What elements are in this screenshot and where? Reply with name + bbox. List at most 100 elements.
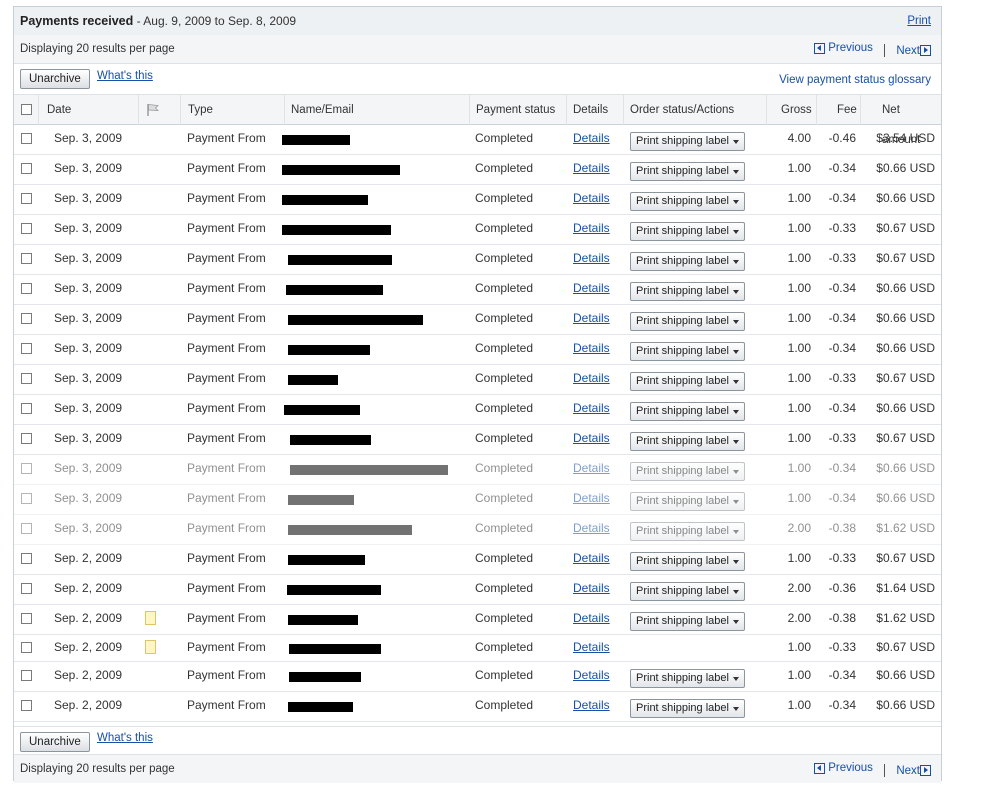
row-details-link[interactable]: Details	[573, 401, 610, 415]
top-action-bar: Unarchive What's this View payment statu…	[14, 64, 941, 92]
order-action-select[interactable]: Print shipping label	[630, 669, 745, 688]
row-gross: 1.00	[787, 401, 811, 415]
order-action-select[interactable]: Print shipping label	[630, 252, 745, 271]
row-checkbox[interactable]	[21, 163, 32, 174]
row-details-link[interactable]: Details	[573, 551, 610, 565]
note-icon[interactable]	[145, 611, 156, 625]
previous-link-bottom[interactable]: Previous	[813, 762, 873, 774]
row-date: Sep. 3, 2009	[54, 161, 123, 175]
row-checkbox[interactable]	[21, 553, 32, 564]
row-checkbox[interactable]	[21, 670, 32, 681]
next-link-bottom[interactable]: Next	[896, 765, 931, 777]
column-net-amount[interactable]: Net amount	[860, 95, 941, 146]
whats-this-link[interactable]: What's this	[97, 70, 153, 82]
row-details-link[interactable]: Details	[573, 161, 610, 175]
row-checkbox[interactable]	[21, 463, 32, 474]
select-all-checkbox[interactable]	[21, 104, 32, 115]
column-gross[interactable]: Gross	[766, 95, 812, 125]
row-details-link[interactable]: Details	[573, 131, 610, 145]
order-action-select[interactable]: Print shipping label	[630, 132, 745, 151]
column-payment-status[interactable]: Payment status	[469, 95, 555, 125]
row-details-link[interactable]: Details	[573, 668, 610, 682]
unarchive-button[interactable]: Unarchive	[20, 69, 90, 89]
row-details-link[interactable]: Details	[573, 221, 610, 235]
flag-icon[interactable]	[146, 103, 160, 117]
order-action-select[interactable]: Print shipping label	[630, 372, 745, 391]
chevron-down-icon	[733, 677, 739, 681]
row-checkbox[interactable]	[21, 700, 32, 711]
column-date[interactable]: Date	[38, 95, 71, 125]
order-action-select[interactable]: Print shipping label	[630, 582, 745, 601]
row-details-link[interactable]: Details	[573, 191, 610, 205]
row-details-link[interactable]: Details	[573, 251, 610, 265]
row-details-link[interactable]: Details	[573, 640, 610, 654]
row-fee: -0.34	[828, 461, 856, 475]
payment-status-glossary-link[interactable]: View payment status glossary	[779, 74, 931, 86]
order-action-value: Print shipping label	[636, 615, 729, 627]
whats-this-link-bottom[interactable]: What's this	[97, 732, 153, 744]
row-details-link[interactable]: Details	[573, 371, 610, 385]
order-action-select[interactable]: Print shipping label	[630, 612, 745, 631]
row-checkbox[interactable]	[21, 223, 32, 234]
row-details-link[interactable]: Details	[573, 698, 610, 712]
row-details-link[interactable]: Details	[573, 431, 610, 445]
order-action-select[interactable]: Print shipping label	[630, 699, 745, 718]
order-action-select[interactable]: Print shipping label	[630, 192, 745, 211]
row-checkbox[interactable]	[21, 583, 32, 594]
previous-link[interactable]: Previous	[813, 42, 873, 54]
row-net-amount: $0.66 USD	[876, 698, 935, 712]
order-action-select[interactable]: Print shipping label	[630, 402, 745, 421]
order-action-select[interactable]: Print shipping label	[630, 312, 745, 331]
row-details-link[interactable]: Details	[573, 581, 610, 595]
order-action-select[interactable]: Print shipping label	[630, 282, 745, 301]
row-fee: -0.33	[828, 221, 856, 235]
row-checkbox[interactable]	[21, 313, 32, 324]
row-net-amount: $3.54 USD	[876, 131, 935, 145]
order-action-select[interactable]: Print shipping label	[630, 162, 745, 181]
row-checkbox[interactable]	[21, 523, 32, 534]
row-checkbox[interactable]	[21, 642, 32, 653]
row-details-link[interactable]: Details	[573, 281, 610, 295]
order-action-value: Print shipping label	[636, 585, 729, 597]
row-checkbox[interactable]	[21, 373, 32, 384]
print-link[interactable]: Print	[907, 15, 931, 27]
order-action-select[interactable]: Print shipping label	[630, 522, 745, 541]
row-details-link[interactable]: Details	[573, 611, 610, 625]
row-gross: 2.00	[787, 581, 811, 595]
row-checkbox[interactable]	[21, 433, 32, 444]
table-row: Sep. 2, 2009 Payment From Completed Details…	[14, 605, 941, 635]
row-checkbox[interactable]	[21, 133, 32, 144]
order-action-select[interactable]: Print shipping label	[630, 342, 745, 361]
order-action-select[interactable]: Print shipping label	[630, 492, 745, 511]
column-type[interactable]: Type	[180, 95, 213, 125]
column-fee[interactable]: Fee	[816, 95, 857, 125]
row-payment-status: Completed	[475, 281, 534, 295]
row-checkbox[interactable]	[21, 253, 32, 264]
row-details-link[interactable]: Details	[573, 521, 610, 535]
order-action-value: Print shipping label	[636, 375, 729, 387]
pager-divider	[884, 43, 886, 57]
row-details-link[interactable]: Details	[573, 311, 610, 325]
order-action-select[interactable]: Print shipping label	[630, 552, 745, 571]
row-checkbox[interactable]	[21, 193, 32, 204]
row-details-link[interactable]: Details	[573, 491, 610, 505]
row-checkbox[interactable]	[21, 613, 32, 624]
order-action-select[interactable]: Print shipping label	[630, 222, 745, 241]
unarchive-button-bottom[interactable]: Unarchive	[20, 732, 90, 752]
order-action-select[interactable]: Print shipping label	[630, 462, 745, 481]
row-date: Sep. 3, 2009	[54, 311, 123, 325]
row-type: Payment From	[187, 698, 266, 712]
row-checkbox[interactable]	[21, 493, 32, 504]
row-checkbox[interactable]	[21, 403, 32, 414]
row-checkbox[interactable]	[21, 283, 32, 294]
order-action-value: Print shipping label	[636, 225, 729, 237]
column-name-email[interactable]: Name/Email	[284, 95, 354, 125]
next-link[interactable]: Next	[896, 45, 931, 57]
row-checkbox[interactable]	[21, 343, 32, 354]
row-details-link[interactable]: Details	[573, 341, 610, 355]
order-action-value: Print shipping label	[636, 672, 729, 684]
row-details-link[interactable]: Details	[573, 461, 610, 475]
order-action-select[interactable]: Print shipping label	[630, 432, 745, 451]
note-icon[interactable]	[145, 640, 156, 654]
order-action-value: Print shipping label	[636, 702, 729, 714]
